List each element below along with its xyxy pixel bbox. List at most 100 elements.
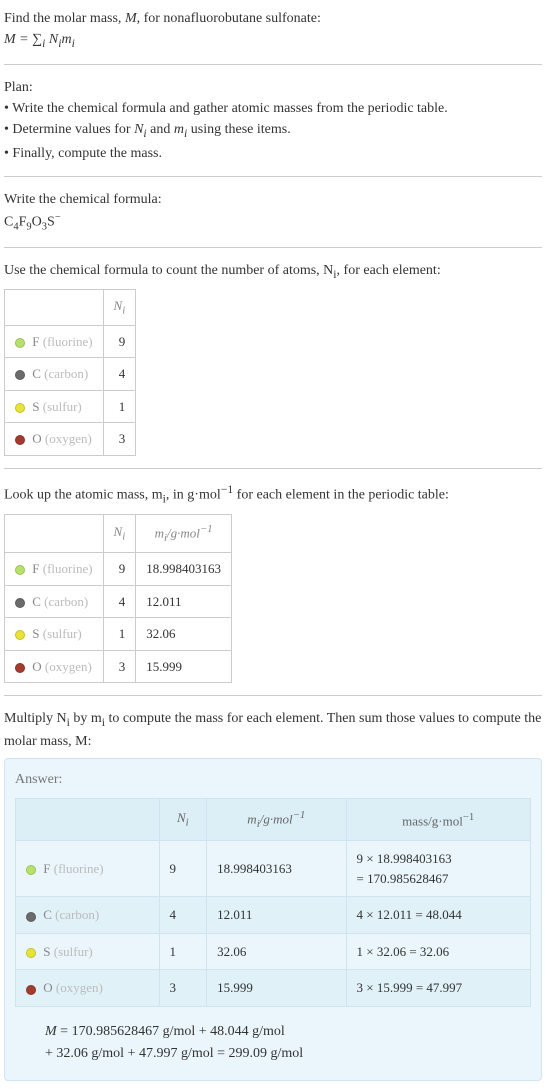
element-mass-calc: 3 × 15.999 = 47.997 (346, 970, 530, 1007)
table-header-mass: mass/g·mol−1 (346, 799, 530, 841)
table-header-ni: Ni (103, 514, 136, 552)
intro: Find the molar mass, M, for nonafluorobu… (4, 8, 542, 52)
answer-box: Answer: Ni mi/g·mol−1 mass/g·mol−1 F (fl… (4, 758, 542, 1080)
intro-line1: Find the molar mass, M, for nonafluorobu… (4, 8, 542, 29)
table-row: C (carbon) 4 12.011 (5, 585, 232, 618)
table-row: O (oxygen) 3 15.999 3 × 15.999 = 47.997 (16, 970, 531, 1007)
divider (4, 64, 542, 65)
element-symbol: O (32, 431, 41, 446)
plan: Plan: • Write the chemical formula and g… (4, 77, 542, 163)
plan-title: Plan: (4, 77, 542, 98)
element-mass: 15.999 (207, 970, 346, 1007)
element-cell: F (fluorine) (16, 841, 160, 897)
element-cell: O (oxygen) (5, 650, 104, 683)
mass-table: Ni mi/g·mol−1 F (fluorine) 9 18.99840316… (4, 514, 232, 683)
intro-formula: M = ∑i Nimi (4, 29, 542, 52)
table-row: F (fluorine) 9 18.998403163 9 × 18.99840… (16, 841, 531, 897)
plan-item-2: • Finally, compute the mass. (4, 143, 542, 164)
element-dot-icon (15, 370, 25, 380)
table-header-blank (16, 799, 160, 841)
table-row: S (sulfur) 1 32.06 (5, 618, 232, 651)
element-dot-icon (15, 598, 25, 608)
element-count: 1 (103, 390, 136, 423)
table-row: F (fluorine) 9 (5, 325, 136, 358)
element-cell: C (carbon) (16, 897, 160, 934)
table-row: C (carbon) 4 12.011 4 × 12.011 = 48.044 (16, 897, 531, 934)
table-header-blank (5, 290, 104, 326)
element-count: 4 (159, 897, 207, 934)
plan-item-1: • Determine values for Ni and mi using t… (4, 119, 542, 142)
table-header-row: Ni mi/g·mol−1 mass/g·mol−1 (16, 799, 531, 841)
table-header-blank (5, 514, 104, 552)
element-name: (carbon) (44, 366, 88, 381)
element-name: (oxygen) (45, 431, 92, 446)
element-dot-icon (15, 338, 25, 348)
element-symbol: O (32, 659, 41, 674)
element-mass: 12.011 (136, 585, 232, 618)
divider (4, 176, 542, 177)
element-dot-icon (15, 630, 25, 640)
element-count: 1 (103, 618, 136, 651)
element-symbol: F (43, 861, 50, 876)
element-name: (fluorine) (43, 561, 93, 576)
plan-item-0: • Write the chemical formula and gather … (4, 98, 542, 119)
element-cell: F (fluorine) (5, 553, 104, 586)
element-cell: C (carbon) (5, 358, 104, 391)
element-name: (fluorine) (54, 861, 104, 876)
element-symbol: C (32, 366, 41, 381)
element-symbol: S (32, 399, 39, 414)
answer-table-body: F (fluorine) 9 18.998403163 9 × 18.99840… (16, 841, 531, 1007)
step2-title: Use the chemical formula to count the nu… (4, 260, 542, 283)
element-mass-calc: 4 × 12.011 = 48.044 (346, 897, 530, 934)
element-name: (sulfur) (43, 399, 82, 414)
element-mass-calc: 1 × 32.06 = 32.06 (346, 933, 530, 970)
element-dot-icon (15, 435, 25, 445)
answer-result-line2: + 32.06 g/mol + 47.997 g/mol = 299.09 g/… (45, 1043, 531, 1065)
element-count: 4 (103, 358, 136, 391)
element-cell: F (fluorine) (5, 325, 104, 358)
element-name: (carbon) (55, 907, 99, 922)
element-symbol: S (43, 944, 50, 959)
element-dot-icon (26, 985, 36, 995)
element-name: (sulfur) (54, 944, 93, 959)
table-header-row: Ni (5, 290, 136, 326)
element-cell: S (sulfur) (5, 390, 104, 423)
mass-table-body: F (fluorine) 9 18.998403163 C (carbon) 4… (5, 553, 232, 683)
element-count: 4 (103, 585, 136, 618)
element-count: 9 (103, 553, 136, 586)
table-header-ni: Ni (103, 290, 136, 326)
element-mass-calc: 9 × 18.998403163= 170.985628467 (346, 841, 530, 897)
element-cell: O (oxygen) (16, 970, 160, 1007)
element-cell: C (carbon) (5, 585, 104, 618)
element-name: (oxygen) (56, 980, 103, 995)
element-symbol: C (32, 594, 41, 609)
element-dot-icon (26, 912, 36, 922)
element-symbol: F (32, 561, 39, 576)
step-atomic-mass: Look up the atomic mass, mi, in g·mol−1 … (4, 481, 542, 683)
table-row: O (oxygen) 3 (5, 423, 136, 456)
element-count: 3 (103, 650, 136, 683)
step-multiply: Multiply Ni by mi to compute the mass fo… (4, 708, 542, 752)
element-count: 3 (159, 970, 207, 1007)
count-table: Ni F (fluorine) 9 C (carbon) 4 S (4, 289, 136, 456)
step4-title: Multiply Ni by mi to compute the mass fo… (4, 708, 542, 752)
element-count: 3 (103, 423, 136, 456)
element-dot-icon (15, 565, 25, 575)
step3-title: Look up the atomic mass, mi, in g·mol−1 … (4, 481, 542, 508)
element-symbol: C (43, 907, 52, 922)
element-mass: 12.011 (207, 897, 346, 934)
answer-label: Answer: (15, 769, 531, 790)
element-name: (oxygen) (45, 659, 92, 674)
element-name: (fluorine) (43, 334, 93, 349)
step-count-atoms: Use the chemical formula to count the nu… (4, 260, 542, 456)
step-chemical-formula: Write the chemical formula: C4F9O3S− (4, 189, 542, 235)
table-row: O (oxygen) 3 15.999 (5, 650, 232, 683)
element-name: (sulfur) (43, 626, 82, 641)
element-mass: 32.06 (136, 618, 232, 651)
element-dot-icon (15, 403, 25, 413)
element-cell: O (oxygen) (5, 423, 104, 456)
table-header-ni: Ni (159, 799, 207, 841)
element-count: 9 (103, 325, 136, 358)
table-row: S (sulfur) 1 (5, 390, 136, 423)
element-mass: 32.06 (207, 933, 346, 970)
